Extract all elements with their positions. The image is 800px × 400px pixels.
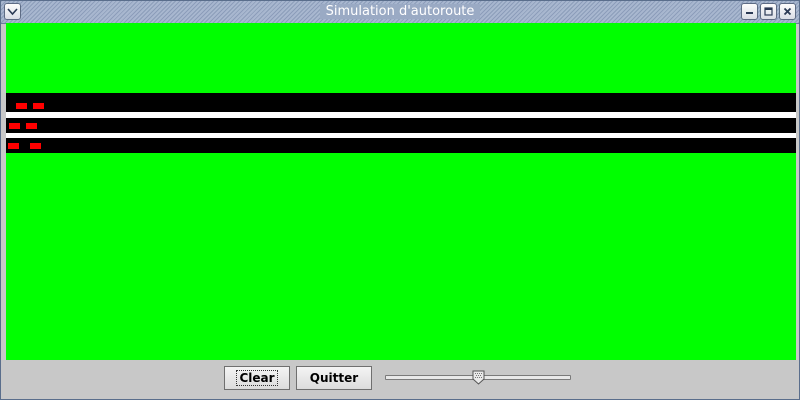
speed-slider[interactable] (385, 370, 571, 386)
minimize-button[interactable] (741, 3, 758, 20)
car (30, 143, 41, 149)
car (33, 103, 44, 109)
road-lane-3 (6, 138, 796, 153)
maximize-button[interactable] (760, 3, 777, 20)
maximize-icon (764, 7, 773, 16)
clear-button-label: Clear (236, 370, 278, 386)
quit-button-label: Quitter (309, 371, 359, 385)
window-title-label: Simulation d'autoroute (319, 4, 481, 19)
minimize-icon (746, 12, 753, 14)
title-bar[interactable]: Simulation d'autoroute (1, 1, 799, 24)
road-lane-1 (6, 93, 796, 112)
clear-button[interactable]: Clear (224, 366, 290, 390)
highway-canvas (6, 23, 796, 360)
road-lane-2 (6, 118, 796, 133)
car (16, 103, 27, 109)
app-window: Simulation d'autoroute Clear Quitter (0, 0, 800, 400)
close-button[interactable] (779, 3, 796, 20)
window-menu-button[interactable] (4, 3, 21, 20)
close-icon (783, 7, 792, 16)
chevron-down-icon (7, 7, 18, 15)
control-panel: Clear Quitter (6, 360, 796, 396)
window-title: Simulation d'autoroute (1, 3, 799, 21)
slider-thumb[interactable] (472, 370, 485, 385)
car (26, 123, 37, 129)
car (9, 123, 20, 129)
quit-button[interactable]: Quitter (296, 366, 372, 390)
car (8, 143, 19, 149)
